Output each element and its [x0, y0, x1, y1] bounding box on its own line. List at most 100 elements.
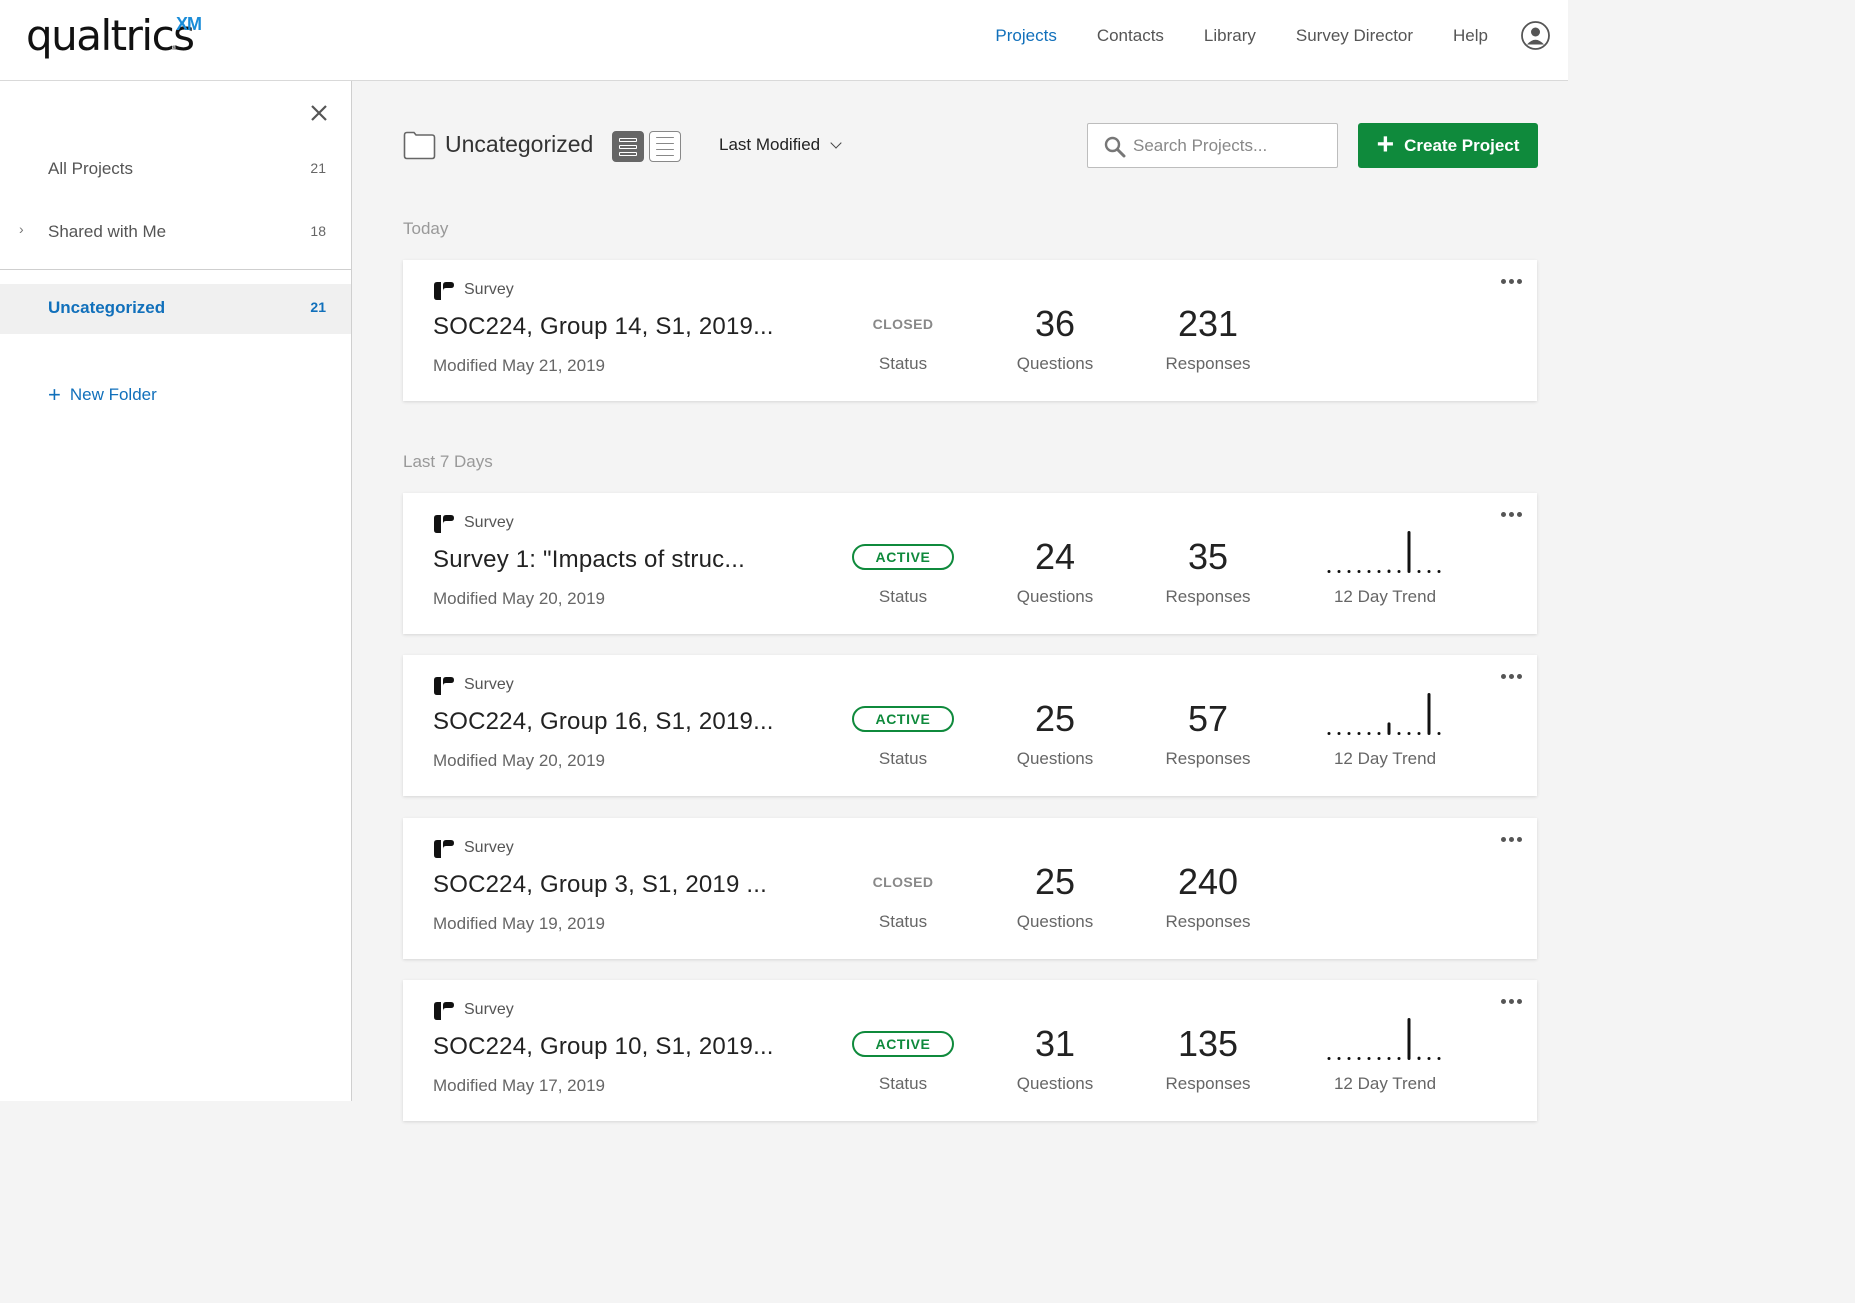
project-type: Survey: [464, 281, 514, 298]
trend-bar: [1337, 570, 1341, 573]
nav-projects[interactable]: Projects: [995, 24, 1056, 48]
response-count: 57: [1187, 698, 1229, 739]
project-type: Survey: [464, 514, 514, 531]
trend-bar: [1407, 531, 1411, 573]
trend-bar: [1357, 732, 1361, 735]
search-input[interactable]: [1133, 134, 1328, 158]
more-options-icon[interactable]: [1501, 274, 1523, 288]
sidebar-divider: [0, 269, 351, 270]
sidebar-item-label: All Projects: [48, 159, 134, 178]
trend-bar: [1437, 570, 1441, 573]
current-folder-title: Uncategorized: [445, 131, 594, 157]
trend-bar: [1427, 570, 1431, 573]
project-name[interactable]: SOC224, Group 10, S1, 2019...: [433, 1033, 774, 1061]
trend-bar: [1347, 732, 1351, 735]
chevron-right-icon[interactable]: ›: [19, 221, 24, 237]
sidebar-item-count: 21: [310, 160, 326, 176]
response-count: 231: [1177, 303, 1239, 344]
project-name[interactable]: SOC224, Group 16, S1, 2019...: [433, 708, 774, 736]
sidebar-item-all-projects[interactable]: All Projects 21: [0, 145, 351, 195]
folder-sidebar: All Projects 21 › Shared with Me 18 Unca…: [0, 81, 352, 1101]
trend-bar: [1327, 570, 1331, 573]
trend-bar: [1327, 1057, 1331, 1060]
responses-label: Responses: [1165, 1074, 1251, 1093]
trend-sparkline: [1327, 531, 1441, 573]
trend-bar: [1347, 570, 1351, 573]
trend-bar: [1397, 570, 1401, 573]
user-account-icon[interactable]: [1521, 21, 1550, 50]
nav-survey-director[interactable]: Survey Director: [1296, 24, 1413, 48]
status-label: Status: [878, 749, 928, 768]
search-projects-box[interactable]: [1087, 123, 1338, 168]
nav-library[interactable]: Library: [1204, 24, 1256, 48]
status-badge-active: ACTIVE: [852, 706, 954, 732]
trend-label: 12 Day Trend: [1333, 749, 1437, 768]
trend-bar: [1367, 1057, 1371, 1060]
sidebar-item-label: Uncategorized: [48, 298, 166, 317]
sort-dropdown[interactable]: Last Modified: [719, 135, 842, 155]
project-modified-date: Modified May 20, 2019: [433, 589, 605, 608]
create-project-label: Create Project: [1404, 135, 1520, 155]
survey-icon: [434, 1002, 454, 1020]
nav-contacts[interactable]: Contacts: [1097, 24, 1164, 48]
questions-label: Questions: [1016, 749, 1094, 768]
project-card[interactable]: Survey SOC224, Group 14, S1, 2019... Mod…: [403, 260, 1537, 401]
qualtrics-logo[interactable]: qualtrics: [26, 12, 195, 60]
sidebar-item-shared-with-me[interactable]: › Shared with Me 18: [0, 208, 351, 258]
trend-bar: [1417, 1056, 1421, 1060]
project-name[interactable]: SOC224, Group 14, S1, 2019...: [433, 313, 774, 341]
trend-bar: [1377, 732, 1381, 735]
project-modified-date: Modified May 17, 2019: [433, 1076, 605, 1095]
nav-help[interactable]: Help: [1453, 24, 1488, 48]
responses-label: Responses: [1165, 912, 1251, 931]
trend-sparkline: [1327, 1018, 1441, 1060]
trend-bar: [1347, 1057, 1351, 1060]
trend-bar: [1407, 1018, 1411, 1060]
card-view-toggle[interactable]: [612, 131, 644, 162]
card-view-icon: [619, 137, 637, 142]
project-card[interactable]: Survey SOC224, Group 10, S1, 2019... Mod…: [403, 980, 1537, 1121]
status-badge-active: ACTIVE: [852, 1031, 954, 1057]
questions-label: Questions: [1016, 1074, 1094, 1093]
question-count: 25: [1034, 698, 1076, 739]
plus-icon: +: [1376, 127, 1395, 161]
trend-bar: [1387, 1057, 1391, 1060]
list-view-toggle[interactable]: [649, 131, 681, 162]
project-card[interactable]: Survey SOC224, Group 16, S1, 2019... Mod…: [403, 655, 1537, 796]
close-sidebar-icon[interactable]: [309, 103, 329, 123]
trend-bar: [1437, 732, 1441, 735]
new-folder-button[interactable]: + New Folder: [48, 382, 157, 407]
trend-bar: [1367, 732, 1371, 735]
project-card[interactable]: Survey SOC224, Group 3, S1, 2019 ... Mod…: [403, 818, 1537, 959]
sidebar-item-uncategorized[interactable]: Uncategorized 21: [0, 284, 351, 334]
trend-bar: [1337, 1057, 1341, 1060]
plus-icon: +: [48, 382, 61, 407]
trend-label: 12 Day Trend: [1333, 587, 1437, 606]
trend-bar: [1397, 732, 1401, 735]
project-name[interactable]: SOC224, Group 3, S1, 2019 ...: [433, 871, 767, 899]
trend-bar: [1367, 570, 1371, 573]
trend-bar: [1417, 732, 1421, 735]
create-project-button[interactable]: + Create Project: [1358, 123, 1538, 168]
sidebar-item-count: 18: [310, 223, 326, 239]
questions-label: Questions: [1016, 912, 1094, 931]
status-label: Status: [878, 354, 928, 373]
survey-icon: [434, 515, 454, 533]
survey-icon: [434, 840, 454, 858]
trend-bar: [1327, 732, 1331, 735]
more-options-icon[interactable]: [1501, 669, 1523, 683]
project-type: Survey: [464, 1001, 514, 1018]
question-count: 24: [1034, 536, 1076, 577]
trend-bar: [1377, 1057, 1381, 1060]
trend-label: 12 Day Trend: [1333, 1074, 1437, 1093]
project-name[interactable]: Survey 1: "Impacts of struc...: [433, 546, 745, 574]
question-count: 36: [1034, 303, 1076, 344]
project-card[interactable]: Survey Survey 1: "Impacts of struc... Mo…: [403, 493, 1537, 634]
responses-label: Responses: [1165, 354, 1251, 373]
more-options-icon[interactable]: [1501, 832, 1523, 846]
question-count: 25: [1034, 861, 1076, 902]
status-label: Status: [878, 587, 928, 606]
more-options-icon[interactable]: [1501, 507, 1523, 521]
response-count: 240: [1177, 861, 1239, 902]
more-options-icon[interactable]: [1501, 994, 1523, 1008]
